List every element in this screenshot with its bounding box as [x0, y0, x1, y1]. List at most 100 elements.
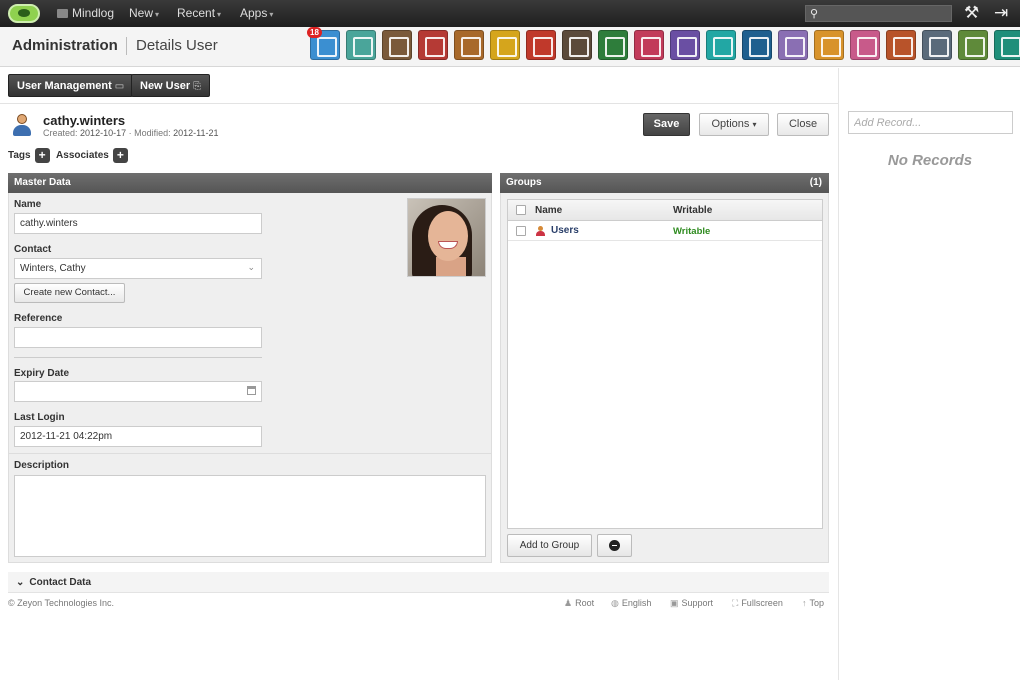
contact-label: Contact — [14, 244, 52, 255]
mindlog-icon — [57, 9, 68, 18]
unread-count-badge: 18 — [307, 27, 322, 38]
list-icon: ▭ — [114, 81, 125, 92]
timer-app-icon[interactable] — [526, 30, 556, 60]
new-menu[interactable]: New ▾ — [129, 6, 159, 20]
documents-app-icon[interactable] — [778, 30, 808, 60]
logout-icon[interactable]: ⇥ — [994, 4, 1014, 22]
description-label: Description — [14, 460, 70, 471]
top-link[interactable]: ↑ Top — [802, 598, 824, 608]
fullscreen-link[interactable]: ⛶ Fullscreen — [732, 598, 783, 609]
settings-tools-icon[interactable]: ⚒ — [964, 4, 984, 22]
support-link[interactable]: ▣ Support — [670, 598, 713, 609]
mindlog-menu[interactable]: Mindlog — [57, 6, 114, 20]
table-row[interactable]: Users Writable — [508, 221, 822, 241]
support-icon: ▣ — [670, 598, 679, 608]
master-data-header: Master Data — [8, 173, 492, 193]
shipping-app-icon[interactable] — [922, 30, 952, 60]
select-all-checkbox[interactable] — [516, 205, 526, 215]
name-field[interactable]: cathy.winters — [14, 213, 262, 234]
expiry-date-label: Expiry Date — [14, 368, 70, 379]
delivery-app-icon[interactable] — [706, 30, 736, 60]
name-label: Name — [14, 199, 42, 210]
last-login-field[interactable]: 2012-11-21 04:22pm — [14, 426, 262, 447]
finance-app-icon[interactable] — [670, 30, 700, 60]
tags-row: Tags + Associates + — [8, 148, 132, 163]
notes-app-icon[interactable] — [562, 30, 592, 60]
add-associate-icon[interactable]: + — [112, 148, 128, 163]
zeyon-logo-icon[interactable] — [8, 4, 40, 23]
minus-icon — [609, 539, 620, 551]
chevron-down-icon: ⌄ — [247, 262, 255, 272]
group-writable-status: Writable — [673, 226, 711, 237]
save-button[interactable]: Save — [643, 113, 690, 136]
add-tag-icon[interactable]: + — [34, 148, 50, 163]
global-search-input[interactable]: ⚲ — [805, 5, 952, 22]
chevron-down-icon: ▾ — [752, 120, 757, 129]
lab-app-icon[interactable] — [994, 30, 1020, 60]
fullscreen-icon: ⛶ — [732, 598, 739, 608]
language-link[interactable]: ◍ English — [611, 598, 651, 609]
groups-count: (1) — [809, 177, 822, 188]
cashdesk-app-icon[interactable] — [634, 30, 664, 60]
app-launcher-bar: 18 — [307, 27, 1020, 60]
bookmark-app-icon[interactable] — [598, 30, 628, 60]
footer: © Zeyon Technologies Inc. ♟ Root ◍ English… — [8, 598, 829, 610]
description-textarea[interactable] — [14, 475, 486, 557]
globe-icon: ◍ — [611, 598, 619, 608]
table-header: Name Writable — [508, 200, 822, 221]
recent-menu[interactable]: Recent ▾ — [177, 6, 221, 20]
reference-field[interactable] — [14, 327, 262, 348]
new-document-icon: ⎘ — [193, 81, 202, 92]
group-name-link[interactable]: Users — [551, 225, 579, 236]
records-sidebar: No Records — [838, 104, 1020, 680]
campaign-app-icon[interactable] — [886, 30, 916, 60]
contact-data-section[interactable]: ⌄ Contact Data — [8, 572, 829, 593]
apps-menu[interactable]: Apps ▾ — [240, 6, 273, 20]
create-contact-button[interactable]: Create new Contact... — [14, 283, 125, 303]
support-app-icon[interactable] — [742, 30, 772, 60]
chevron-down-icon: ▾ — [155, 10, 160, 19]
copyright: © Zeyon Technologies Inc. — [8, 598, 115, 608]
no-records-message: No Records — [887, 152, 973, 169]
pricing-app-icon[interactable] — [958, 30, 988, 60]
row-checkbox[interactable] — [516, 226, 526, 236]
user-icon: ♟ — [564, 598, 573, 608]
section-title: Administration — [12, 37, 118, 54]
contacts-app-icon[interactable] — [382, 30, 412, 60]
user-photo[interactable] — [407, 198, 486, 277]
column-name[interactable]: Name — [535, 205, 562, 216]
group-icon — [536, 226, 546, 236]
calendar-app-icon[interactable] — [418, 30, 448, 60]
arrow-up-icon: ↑ — [802, 598, 807, 608]
add-record-input[interactable] — [848, 111, 1013, 134]
options-button[interactable]: Options ▾ — [699, 113, 769, 136]
root-link[interactable]: ♟ Root — [564, 598, 594, 609]
reference-label: Reference — [14, 313, 63, 324]
folder-app-icon[interactable] — [454, 30, 484, 60]
close-button[interactable]: Close — [777, 113, 829, 136]
partners-app-icon[interactable] — [850, 30, 880, 60]
chevron-down-icon: ▾ — [217, 10, 222, 19]
user-management-button[interactable]: User Management ▭ — [8, 74, 134, 97]
contracts-app-icon[interactable] — [814, 30, 844, 60]
user-name-title: cathy.winters — [43, 113, 126, 128]
addressbook-app-icon[interactable] — [346, 30, 376, 60]
column-writable[interactable]: Writable — [673, 205, 712, 216]
page-title: Details User — [136, 37, 218, 54]
user-meta: Created: 2012-10-17 · Modified: 2012-11-… — [43, 128, 219, 138]
sidebar-header — [838, 68, 1020, 104]
tasks-app-icon[interactable] — [490, 30, 520, 60]
add-to-group-button[interactable]: Add to Group — [507, 534, 592, 557]
divider — [14, 357, 262, 358]
remove-group-button[interactable] — [597, 534, 632, 557]
new-user-button[interactable]: New User ⎘ — [131, 74, 211, 97]
page-header: Administration Details User 18 — [0, 27, 1020, 67]
mail-app-icon[interactable]: 18 — [307, 27, 340, 60]
chevron-down-icon: ⌄ — [16, 577, 25, 588]
expiry-date-field[interactable] — [14, 381, 262, 402]
contact-select[interactable]: Winters, Cathy ⌄ — [14, 258, 262, 279]
groups-table: Name Writable Users Writable — [507, 199, 823, 529]
groups-header: Groups (1) — [500, 173, 829, 193]
calendar-icon[interactable] — [247, 386, 256, 395]
search-icon: ⚲ — [810, 8, 819, 20]
